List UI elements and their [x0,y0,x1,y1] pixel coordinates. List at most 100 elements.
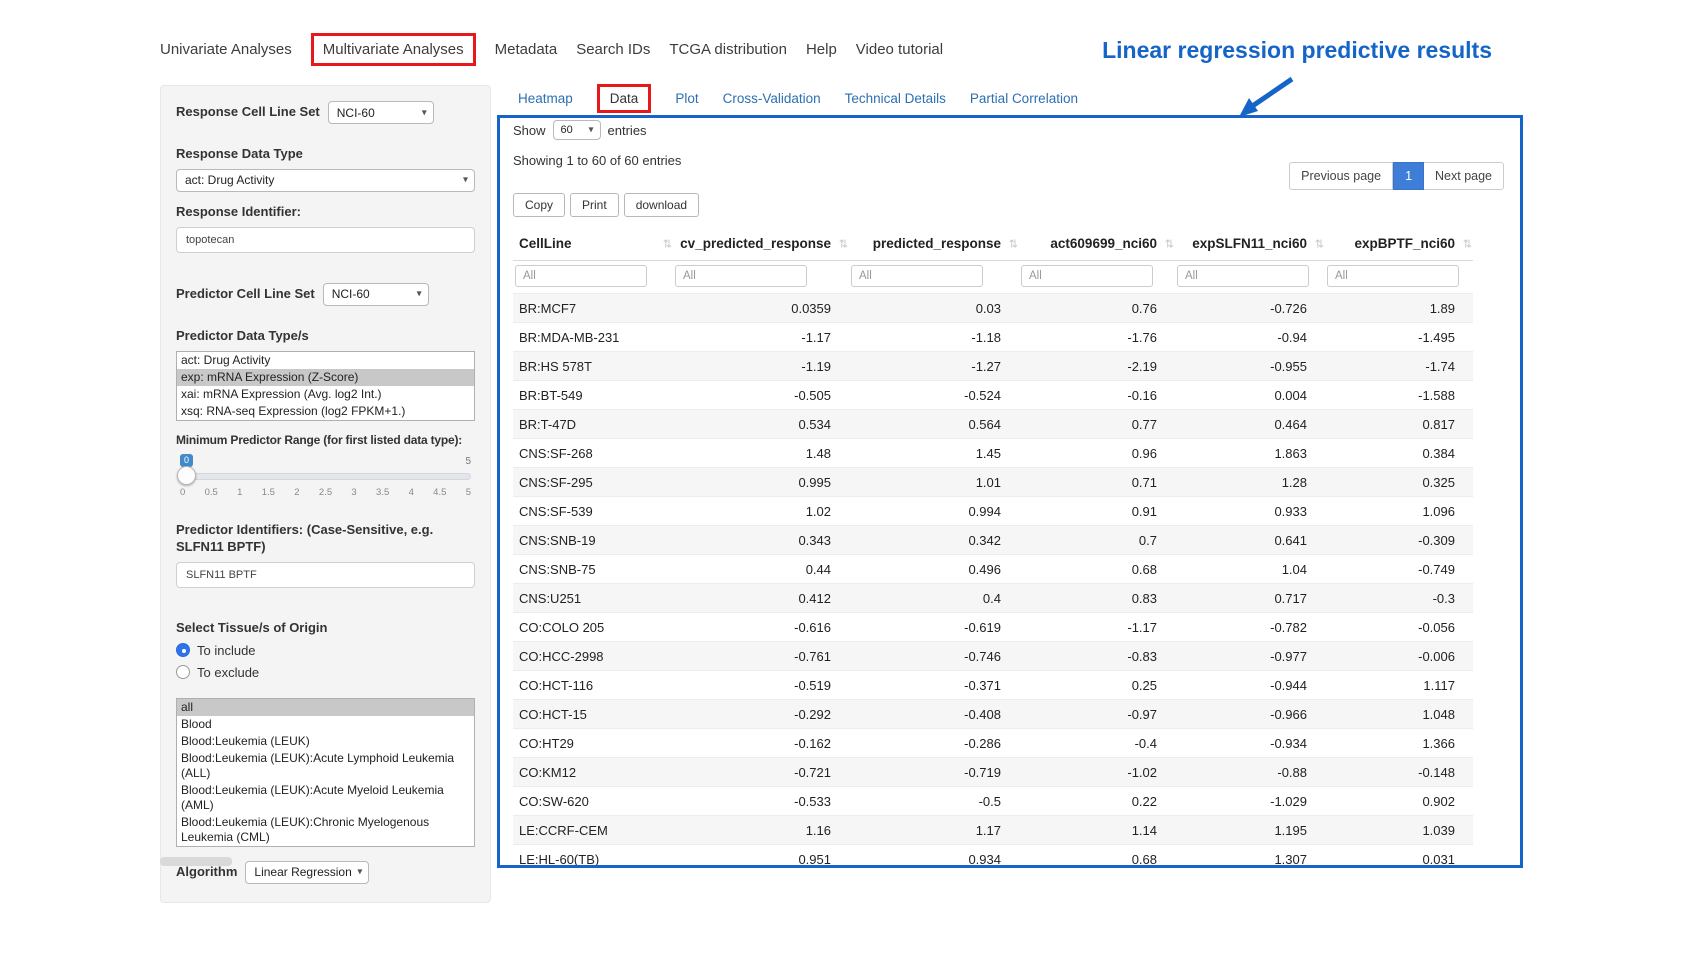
response-cell-line-set-label: Response Cell Line Set [176,104,320,121]
sort-icon[interactable]: ⇅ [1009,237,1018,250]
sort-icon[interactable]: ⇅ [1463,237,1472,250]
predictor-data-type-option[interactable]: xsq: RNA-seq Expression (log2 FPKM+1.) [177,403,474,420]
table-row[interactable]: CO:HCT-116-0.519-0.3710.25-0.9441.117 [513,671,1473,700]
show-entries-select[interactable]: 60 ▾ [553,120,601,140]
table-row[interactable]: CNS:U2510.4120.40.830.717-0.3 [513,584,1473,613]
column-header-expbptf-nci60[interactable]: expBPTF_nci60⇅ [1325,227,1473,261]
tissue-option[interactable]: Blood:Leukemia (LEUK):Acute Myeloid Leuk… [177,782,474,814]
sort-icon[interactable]: ⇅ [663,237,672,250]
tab-heatmap[interactable]: Heatmap [518,91,573,106]
predictor-data-type-list[interactable]: act: Drug Activityexp: mRNA Expression (… [176,351,475,421]
slider-handle[interactable] [177,466,196,485]
download-button[interactable]: download [624,193,699,217]
value-cell: -0.616 [673,613,849,642]
table-row[interactable]: CO:HCT-15-0.292-0.408-0.97-0.9661.048 [513,700,1473,729]
page-1-button[interactable]: 1 [1393,162,1424,190]
sort-icon[interactable]: ⇅ [1315,237,1324,250]
predictor-data-type-option[interactable]: act: Drug Activity [177,352,474,369]
table-row[interactable]: BR:HS 578T-1.19-1.27-2.19-0.955-1.74 [513,352,1473,381]
table-row[interactable]: BR:BT-549-0.505-0.524-0.160.004-1.588 [513,381,1473,410]
algorithm-select[interactable]: Linear Regression ▾ [245,861,369,884]
tissue-option[interactable]: all [177,699,474,716]
previous-page-button[interactable]: Previous page [1289,162,1393,190]
tissue-list[interactable]: allBloodBlood:Leukemia (LEUK)Blood:Leuke… [176,698,475,847]
table-row[interactable]: LE:CCRF-CEM1.161.171.141.1951.039 [513,816,1473,845]
cellline-cell: CO:COLO 205 [513,613,673,642]
cellline-cell: LE:HL-60(TB) [513,845,673,869]
slider-track[interactable] [180,473,471,480]
tab-technical-details[interactable]: Technical Details [845,91,946,106]
column-header-cv-predicted-response[interactable]: cv_predicted_response⇅ [673,227,849,261]
table-row[interactable]: BR:MDA-MB-231-1.17-1.18-1.76-0.94-1.495 [513,323,1473,352]
table-row[interactable]: CNS:SF-2681.481.450.961.8630.384 [513,439,1473,468]
min-range-slider[interactable]: 0 5 00.511.522.533.544.55 [180,454,471,498]
sidebar: Response Cell Line Set NCI-60 ▾ Response… [160,85,491,903]
minimum-predictor-range-label: Minimum Predictor Range (for first liste… [176,433,475,449]
results-table: CellLine⇅cv_predicted_response⇅predicted… [513,227,1473,868]
table-row[interactable]: LE:HL-60(TB)0.9510.9340.681.3070.031 [513,845,1473,869]
table-row[interactable]: CO:HCC-2998-0.761-0.746-0.83-0.977-0.006 [513,642,1473,671]
predictor-data-type-option[interactable]: exp: mRNA Expression (Z-Score) [177,369,474,386]
column-header-label: expSLFN11_nci60 [1192,236,1307,251]
table-row[interactable]: CO:HT29-0.162-0.286-0.4-0.9341.366 [513,729,1473,758]
response-cell-line-set-select[interactable]: NCI-60 ▾ [328,101,434,124]
value-cell: 0.7 [1019,526,1175,555]
column-filter-act609699-nci60[interactable] [1021,265,1153,287]
nav-item-multivariate-analyses[interactable]: Multivariate Analyses [311,33,476,66]
sort-icon[interactable]: ⇅ [839,237,848,250]
nav-item-tcga-distribution[interactable]: TCGA distribution [669,39,787,60]
copy-button[interactable]: Copy [513,193,565,217]
table-row[interactable]: CO:SW-620-0.533-0.50.22-1.0290.902 [513,787,1473,816]
tab-cross-validation[interactable]: Cross-Validation [723,91,821,106]
nav-item-video-tutorial[interactable]: Video tutorial [856,39,943,60]
radio-button-icon[interactable] [176,665,190,679]
table-row[interactable]: BR:T-47D0.5340.5640.770.4640.817 [513,410,1473,439]
print-button[interactable]: Print [570,193,619,217]
value-cell: -0.619 [849,613,1019,642]
column-header-label: predicted_response [873,236,1001,251]
response-data-type-select[interactable]: act: Drug Activity ▾ [176,169,475,192]
tab-partial-correlation[interactable]: Partial Correlation [970,91,1078,106]
column-header-expslfn11-nci60[interactable]: expSLFN11_nci60 ⇅ [1175,227,1325,261]
predictor-data-type-option[interactable]: xai: mRNA Expression (Avg. log2 Int.) [177,386,474,403]
slider-ticks: 00.511.522.533.544.55 [180,487,471,498]
nav-item-univariate-analyses[interactable]: Univariate Analyses [160,39,292,60]
table-row[interactable]: CNS:SF-5391.020.9940.910.9331.096 [513,497,1473,526]
column-filter-predicted-response[interactable] [851,265,983,287]
radio-to-include[interactable]: To include [176,643,475,658]
tissue-option[interactable]: Blood [177,716,474,733]
value-cell: -0.94 [1175,323,1325,352]
tissue-option[interactable]: Blood:Leukemia (LEUK) [177,733,474,750]
table-row[interactable]: CO:COLO 205-0.616-0.619-1.17-0.782-0.056 [513,613,1473,642]
column-filter-expbptf-nci60[interactable] [1327,265,1459,287]
tissue-option[interactable]: Blood:Leukemia (LEUK):Chronic Myelogenou… [177,814,474,846]
predictor-cell-line-set-select[interactable]: NCI-60 ▾ [323,283,429,306]
tissue-option[interactable]: Blood:Leukemia (LEUK):Acute Lymphoid Leu… [177,750,474,782]
tab-plot[interactable]: Plot [675,91,698,106]
value-cell: -1.18 [849,323,1019,352]
next-page-button[interactable]: Next page [1424,162,1504,190]
cellline-cell: CNS:SF-295 [513,468,673,497]
column-filter-cellline[interactable] [515,265,647,287]
table-row[interactable]: CNS:SF-2950.9951.010.711.280.325 [513,468,1473,497]
tab-data[interactable]: Data [597,84,652,113]
nav-item-help[interactable]: Help [806,39,837,60]
column-header-predicted-response[interactable]: predicted_response ⇅ [849,227,1019,261]
column-filter-cv-predicted-response[interactable] [675,265,807,287]
column-filter-expslfn11-nci60[interactable] [1177,265,1309,287]
column-header-cellline[interactable]: CellLine⇅ [513,227,673,261]
radio-to-exclude[interactable]: To exclude [176,665,475,680]
column-header-act609699-nci60[interactable]: act609699_nci60⇅ [1019,227,1175,261]
nav-item-search-ids[interactable]: Search IDs [576,39,650,60]
table-row[interactable]: CNS:SNB-190.3430.3420.70.641-0.309 [513,526,1473,555]
response-identifier-label: Response Identifier: [176,204,475,221]
slider-tick-label: 4.5 [433,487,446,498]
predictor-identifiers-input[interactable] [176,562,475,588]
radio-button-icon[interactable] [176,643,190,657]
nav-item-metadata[interactable]: Metadata [495,39,558,60]
table-row[interactable]: CO:KM12-0.721-0.719-1.02-0.88-0.148 [513,758,1473,787]
sort-icon[interactable]: ⇅ [1165,237,1174,250]
table-row[interactable]: BR:MCF70.03590.030.76-0.7261.89 [513,294,1473,323]
table-row[interactable]: CNS:SNB-750.440.4960.681.04-0.749 [513,555,1473,584]
response-identifier-input[interactable] [176,227,475,253]
